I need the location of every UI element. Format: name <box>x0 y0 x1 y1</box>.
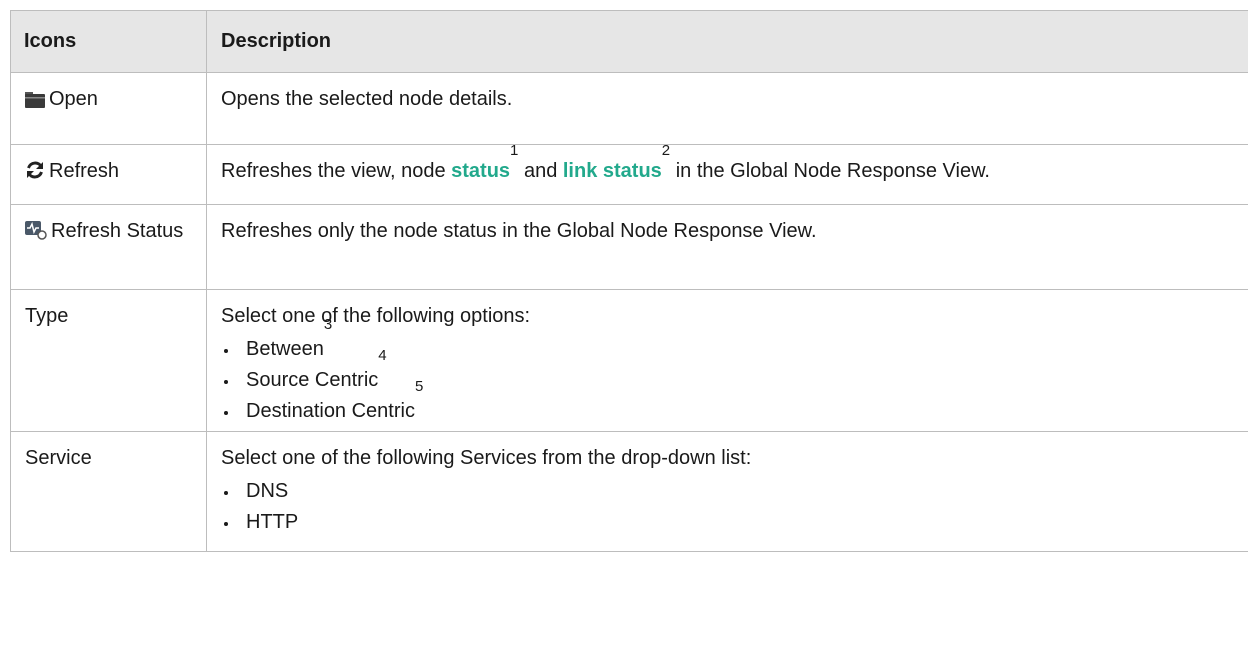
refresh-status-icon[interactable] <box>25 220 47 248</box>
refresh-icon[interactable] <box>25 160 45 188</box>
label-cell-service: Service <box>10 431 207 552</box>
description-cell: Select one of the following options: Bet… <box>206 289 1248 432</box>
table-row: Refresh Refreshes the view, node status1… <box>10 142 1248 205</box>
description-text: and <box>518 160 563 182</box>
column-header-icons: Icons <box>10 10 207 73</box>
type-options-list: Between 3 Source Centric 4 Destination Cen… <box>221 317 1240 427</box>
footnote-ref: 1 <box>510 142 519 159</box>
table-row: Service Select one of the following Serv… <box>10 431 1248 552</box>
service-options-list: DNS HTTP <box>221 476 1240 538</box>
open-folder-icon[interactable] <box>25 89 45 116</box>
list-item: DNS <box>221 476 1240 507</box>
label-cell-type: Type <box>10 289 207 432</box>
table-header-row: Icons Description <box>10 10 1248 73</box>
link-status-link[interactable]: link status <box>563 160 662 182</box>
icon-cell-refresh-status: Refresh Status <box>10 204 207 290</box>
status-link[interactable]: status <box>451 160 510 182</box>
footnote-ref: 4 <box>378 347 387 364</box>
icon-cell-open: Open <box>10 72 207 145</box>
icons-description-table: Icons Description Open Opens the selecte… <box>10 10 1248 552</box>
table-row: Type Select one of the following options… <box>10 289 1248 432</box>
open-label: Open <box>49 88 98 110</box>
icon-cell-refresh: Refresh <box>10 144 207 205</box>
description-cell: Refreshes the view, node status1 and lin… <box>206 142 1248 205</box>
table-row: Refresh Status Refreshes only the node s… <box>10 204 1248 290</box>
description-text: Select one of the following options: <box>221 305 531 327</box>
description-text: Refreshes only the node status in the Gl… <box>221 220 817 242</box>
description-cell: Refreshes only the node status in the Gl… <box>206 204 1248 290</box>
refresh-status-label: Refresh Status <box>51 220 184 242</box>
option-label: Destination Centric <box>246 400 415 422</box>
list-item: HTTP <box>221 507 1240 538</box>
refresh-label: Refresh <box>49 160 120 182</box>
description-text: in the Global Node Response View. <box>670 160 990 182</box>
option-label: Source Centric <box>246 369 379 391</box>
description-cell: Select one of the following Services fro… <box>206 431 1248 552</box>
column-header-description: Description <box>206 10 1248 73</box>
description-text: Select one of the following Services fro… <box>221 447 752 469</box>
description-text: Opens the selected node details. <box>221 88 513 110</box>
list-item: Destination Centric 5 <box>221 379 1240 427</box>
footnote-ref: 2 <box>661 142 671 159</box>
description-text: Refreshes the view, node <box>221 160 452 182</box>
list-item: Source Centric 4 <box>221 348 1240 396</box>
description-cell: Opens the selected node details. <box>206 72 1248 145</box>
footnote-ref: 3 <box>323 316 333 333</box>
list-item: Between 3 <box>221 317 1240 365</box>
footnote-ref: 5 <box>414 378 424 395</box>
option-label: Between <box>246 338 324 360</box>
table-row: Open Opens the selected node details. <box>10 72 1248 145</box>
